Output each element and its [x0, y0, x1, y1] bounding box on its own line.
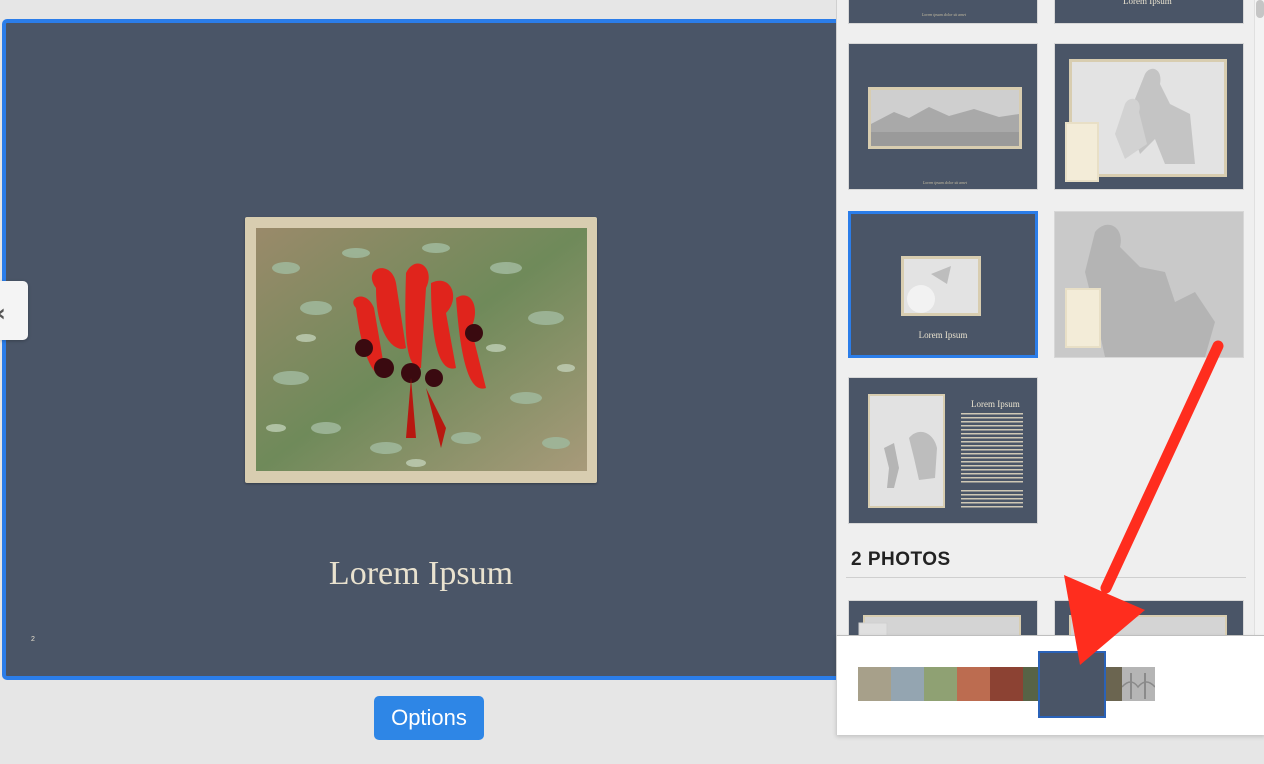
- section-title-2-photos: 2 PHOTOS: [851, 549, 951, 570]
- flower-photo[interactable]: [256, 228, 587, 471]
- svg-text:Lorem ipsum dolor sit amet: Lorem ipsum dolor sit amet: [921, 12, 967, 17]
- layout-thumb-selected[interactable]: Lorem Ipsum: [848, 211, 1038, 358]
- color-swatch-pattern[interactable]: [1121, 667, 1156, 701]
- layout-thumb-panorama[interactable]: Lorem ipsum dolor sit amet: [848, 43, 1038, 190]
- layout-thumb-2-photos[interactable]: [848, 600, 1038, 640]
- svg-text:Lorem ipsum dolor sit amet: Lorem ipsum dolor sit amet: [922, 180, 968, 185]
- previous-page-button[interactable]: ‹: [0, 281, 28, 340]
- book-page-preview[interactable]: Lorem Ipsum 2: [2, 19, 854, 680]
- section-divider: [846, 577, 1246, 578]
- scrollbar-thumb[interactable]: [1256, 0, 1264, 18]
- color-swatch[interactable]: [990, 667, 1023, 701]
- photo-frame[interactable]: [245, 217, 597, 483]
- layout-thumb-couple[interactable]: [1054, 43, 1244, 190]
- color-swatch[interactable]: [1023, 667, 1039, 701]
- color-swatch[interactable]: [858, 667, 891, 701]
- layout-thumb-text[interactable]: Lorem Ipsum: [848, 377, 1038, 524]
- color-swatch-selected[interactable]: [1038, 651, 1106, 718]
- color-swatch[interactable]: [924, 667, 957, 701]
- page-number: 2: [31, 636, 35, 643]
- color-swatch[interactable]: [1106, 667, 1122, 701]
- layout-thumb[interactable]: Lorem ipsum dolor sit amet: [848, 0, 1038, 24]
- panel-scrollbar[interactable]: [1254, 0, 1264, 636]
- chevron-left-icon: ‹: [0, 299, 6, 327]
- color-swatch[interactable]: [957, 667, 990, 701]
- color-swatch[interactable]: [891, 667, 924, 701]
- options-button[interactable]: Options: [374, 696, 484, 740]
- layout-thumb-2-photos[interactable]: [1054, 600, 1244, 640]
- layout-thumb[interactable]: Lorem Ipsum: [1054, 0, 1244, 24]
- layout-thumb-fullbleed[interactable]: [1054, 211, 1244, 358]
- page-caption[interactable]: Lorem Ipsum: [6, 555, 836, 593]
